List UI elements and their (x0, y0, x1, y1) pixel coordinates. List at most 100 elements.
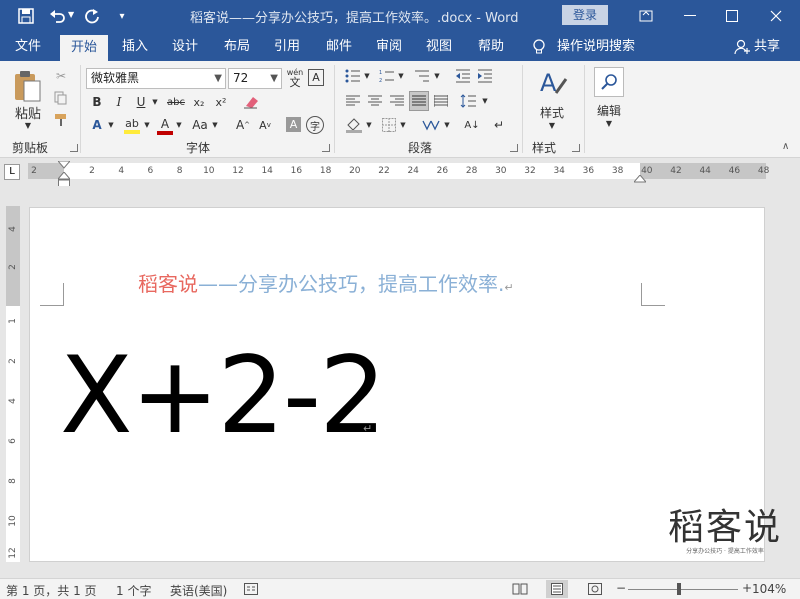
formula-text[interactable]: X+2-2 (60, 336, 387, 456)
underline-dropdown-icon[interactable]: ▼ (150, 95, 160, 109)
borders-dropdown-icon[interactable]: ▼ (398, 118, 408, 132)
styles-launcher-icon[interactable] (572, 144, 580, 152)
asian-layout-icon[interactable] (420, 116, 442, 134)
line-spacing-dropdown-icon[interactable]: ▼ (480, 94, 490, 108)
styles-icon[interactable]: A (538, 67, 568, 102)
distributed-icon[interactable] (432, 92, 450, 110)
italic-icon[interactable]: I (110, 93, 128, 111)
font-launcher-icon[interactable] (322, 144, 330, 152)
multilevel-list-icon[interactable] (412, 67, 432, 85)
underline-icon[interactable]: U (132, 93, 150, 111)
numbering-icon[interactable]: 12 (378, 67, 396, 85)
show-hide-marks-icon[interactable]: ↵ (490, 116, 508, 134)
minimize-icon[interactable] (680, 6, 700, 26)
justify-icon[interactable] (409, 91, 429, 111)
enclose-characters-icon[interactable]: 字 (306, 116, 324, 134)
paste-icon[interactable] (12, 69, 44, 106)
bullets-dropdown-icon[interactable]: ▼ (362, 69, 372, 83)
shrink-font-icon[interactable]: Av (256, 116, 274, 134)
superscript-icon[interactable]: x² (212, 93, 230, 111)
save-icon[interactable] (16, 6, 36, 26)
editing-dropdown-icon[interactable]: ▼ (603, 117, 615, 129)
collapse-ribbon-icon[interactable]: ∧ (782, 141, 789, 152)
character-border-icon[interactable]: A (308, 69, 324, 86)
tab-file[interactable]: 文件 (6, 32, 50, 61)
decrease-indent-icon[interactable] (454, 67, 472, 85)
font-color-dropdown-icon[interactable]: ▼ (174, 118, 184, 132)
sort-icon[interactable]: A↓ (462, 116, 482, 134)
vertical-ruler[interactable]: 4 2 1 2 4 6 8 10 12 (0, 186, 26, 562)
tab-view[interactable]: 视图 (418, 32, 460, 61)
horizontal-ruler[interactable]: L 2 2 4 6 8 10 12 14 16 18 20 22 24 26 28 30 32 34 36 38 40 4… (0, 158, 800, 188)
clear-formatting-icon[interactable] (242, 93, 260, 111)
first-line-indent-marker[interactable] (56, 158, 72, 172)
word-count[interactable]: 1 个字 (116, 582, 151, 599)
align-right-icon[interactable] (388, 92, 406, 110)
paragraph-launcher-icon[interactable] (510, 144, 518, 152)
align-left-icon[interactable] (344, 92, 362, 110)
tab-insert[interactable]: 插入 (114, 32, 156, 61)
print-layout-icon[interactable] (546, 580, 568, 598)
tab-selector-icon[interactable]: L (4, 164, 20, 180)
macro-record-icon[interactable] (244, 583, 258, 598)
tab-review[interactable]: 审阅 (368, 32, 410, 61)
grow-font-icon[interactable]: A ^ (234, 116, 252, 134)
increase-indent-icon[interactable] (476, 67, 494, 85)
text-effects-icon[interactable]: A (88, 116, 106, 134)
redo-icon[interactable] (82, 6, 102, 26)
zoom-slider-thumb[interactable] (677, 583, 681, 595)
search-icon[interactable] (594, 67, 624, 97)
document-page[interactable]: 稻客说——分享办公技巧，提高工作效率.↵ X+2-2 ↵ (29, 207, 765, 562)
page-count[interactable]: 第 1 页，共 1 页 (6, 582, 97, 599)
font-size-select[interactable]: 72 ▼ (228, 68, 282, 89)
share-button[interactable]: 共享 (752, 32, 782, 61)
character-shading-icon[interactable]: A (286, 117, 301, 132)
tab-layout[interactable]: 布局 (216, 32, 258, 61)
highlight-icon[interactable]: ab (122, 116, 142, 136)
multilevel-dropdown-icon[interactable]: ▼ (432, 69, 442, 83)
clipboard-launcher-icon[interactable] (70, 144, 78, 152)
styles-dropdown-icon[interactable]: ▼ (546, 119, 558, 131)
zoom-level[interactable]: 104% (752, 582, 786, 596)
paste-dropdown-icon[interactable]: ▼ (22, 119, 34, 131)
customize-toolbar-icon[interactable]: ▾ (112, 6, 132, 26)
tell-me-search[interactable]: 操作说明搜索 (556, 32, 636, 61)
vertical-scrollbar[interactable] (788, 186, 800, 562)
cut-icon[interactable]: ✂ (52, 67, 70, 85)
language-indicator[interactable]: 英语(美国) (170, 582, 227, 599)
shading-dropdown-icon[interactable]: ▼ (364, 118, 374, 132)
phonetic-guide-icon[interactable]: wén 文 (285, 68, 305, 88)
undo-dropdown-icon[interactable]: ▼ (68, 10, 74, 19)
document-heading[interactable]: 稻客说——分享办公技巧，提高工作效率.↵ (138, 268, 514, 297)
tab-design[interactable]: 设计 (164, 32, 206, 61)
font-name-select[interactable]: 微软雅黑 ▼ (86, 68, 226, 89)
zoom-out-icon[interactable]: − (616, 581, 626, 595)
undo-icon[interactable] (48, 6, 68, 26)
strikethrough-icon[interactable]: abc (164, 93, 188, 111)
signin-button[interactable]: 登录 (562, 5, 608, 25)
bold-icon[interactable]: B (88, 93, 106, 111)
tab-home[interactable]: 开始 (60, 35, 108, 61)
zoom-in-icon[interactable]: + (742, 581, 752, 595)
text-effects-dropdown-icon[interactable]: ▼ (106, 118, 116, 132)
borders-icon[interactable] (380, 116, 398, 134)
zoom-slider-track[interactable] (628, 589, 738, 590)
tab-help[interactable]: 帮助 (470, 32, 512, 61)
change-case-dropdown-icon[interactable]: ▼ (210, 118, 220, 132)
highlight-dropdown-icon[interactable]: ▼ (142, 118, 152, 132)
asian-layout-dropdown-icon[interactable]: ▼ (442, 118, 452, 132)
web-layout-icon[interactable] (588, 583, 602, 598)
tab-references[interactable]: 引用 (266, 32, 308, 61)
read-mode-icon[interactable] (512, 583, 528, 598)
right-indent-marker[interactable] (632, 172, 648, 186)
maximize-icon[interactable] (722, 6, 742, 26)
numbering-dropdown-icon[interactable]: ▼ (396, 69, 406, 83)
shading-icon[interactable] (344, 115, 364, 135)
align-center-icon[interactable] (366, 92, 384, 110)
format-painter-icon[interactable] (52, 111, 70, 129)
copy-icon[interactable] (52, 89, 70, 107)
change-case-icon[interactable]: Aa (190, 116, 210, 134)
tab-mailings[interactable]: 邮件 (318, 32, 360, 61)
bullets-icon[interactable] (344, 67, 362, 85)
line-spacing-icon[interactable] (458, 92, 478, 110)
